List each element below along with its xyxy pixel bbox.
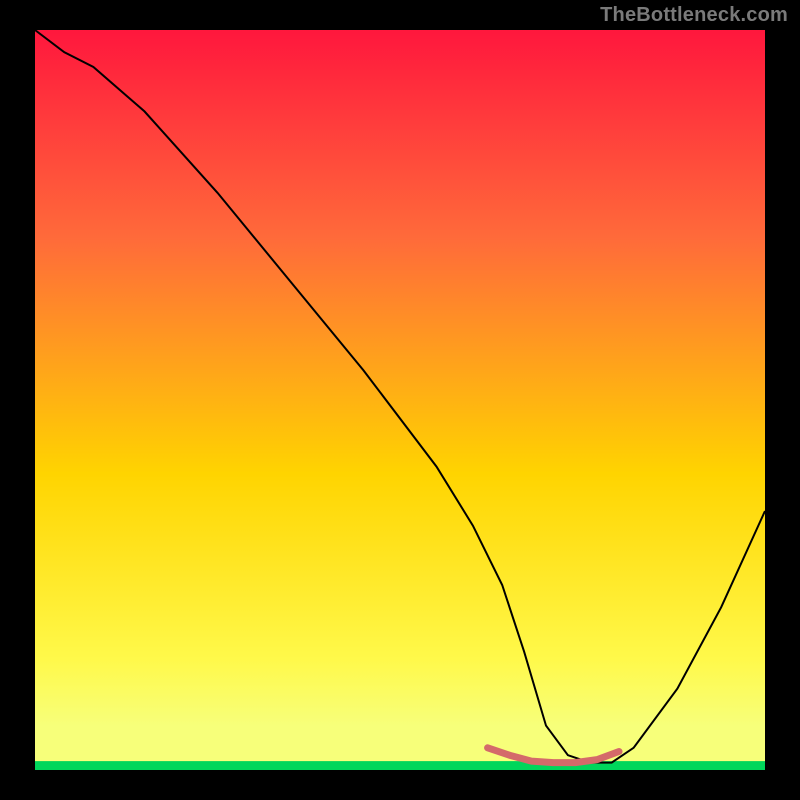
watermark-text: TheBottleneck.com [600,4,788,27]
green-baseline [35,761,765,770]
gradient-background [35,30,765,770]
bottleneck-chart [0,0,800,800]
chart-frame: TheBottleneck.com [0,0,800,800]
